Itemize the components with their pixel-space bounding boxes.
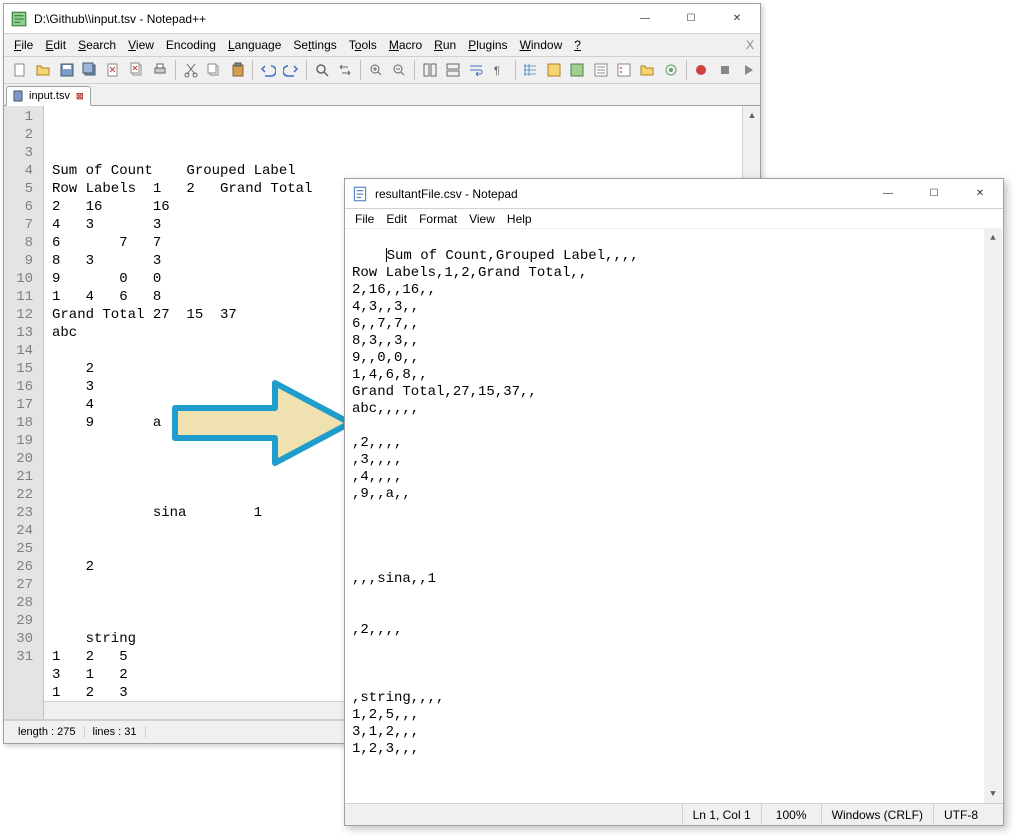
npp-menu-file[interactable]: File [8, 36, 39, 54]
np-menubar: File Edit Format View Help [345, 209, 1003, 229]
np-vertical-scrollbar[interactable]: ▲ ▼ [984, 229, 1002, 803]
scroll-up-arrow-icon[interactable]: ▲ [743, 106, 761, 124]
sync-v-icon[interactable] [419, 59, 440, 81]
sync-h-icon[interactable] [442, 59, 463, 81]
np-menu-view[interactable]: View [463, 210, 501, 228]
np-titlebar[interactable]: resultantFile.csv - Notepad — ☐ ✕ [345, 179, 1003, 209]
npp-menu-tools[interactable]: Tools [343, 36, 383, 54]
func-list-icon[interactable] [613, 59, 634, 81]
npp-menu-help[interactable]: ? [568, 36, 587, 54]
cut-icon[interactable] [180, 59, 201, 81]
npp-title: D:\Github\\input.tsv - Notepad++ [34, 12, 622, 26]
current-line-highlight [44, 108, 742, 126]
close-file-icon[interactable] [103, 59, 124, 81]
np-menu-help[interactable]: Help [501, 210, 538, 228]
npp-tabbar: input.tsv ⊠ [4, 84, 760, 106]
npp-menu-macro[interactable]: Macro [383, 36, 428, 54]
notepad-app-icon [351, 185, 369, 203]
show-all-chars-icon[interactable]: ¶ [489, 59, 510, 81]
close-all-icon[interactable] [126, 59, 147, 81]
notepadpp-app-icon [10, 10, 28, 28]
np-close-button[interactable]: ✕ [957, 179, 1003, 209]
np-status-pos: Ln 1, Col 1 [682, 804, 761, 825]
npp-menu-settings[interactable]: Settings [287, 36, 342, 54]
svg-text:¶: ¶ [494, 65, 500, 77]
status-length: length : 275 [10, 726, 85, 738]
np-menu-file[interactable]: File [349, 210, 380, 228]
redo-icon[interactable] [281, 59, 302, 81]
replace-icon[interactable] [335, 59, 356, 81]
doc-map-icon[interactable] [566, 59, 587, 81]
npp-maximize-button[interactable]: ☐ [668, 4, 714, 34]
zoom-out-icon[interactable] [388, 59, 409, 81]
npp-toolbar: ¶ [4, 56, 760, 84]
tab-close-icon[interactable]: ⊠ [76, 91, 84, 102]
find-icon[interactable] [311, 59, 332, 81]
np-status-zoom: 100% [761, 804, 821, 825]
npp-menubar: File Edit Search View Encoding Language … [4, 34, 760, 56]
npp-menu-edit[interactable]: Edit [39, 36, 72, 54]
npp-close-button[interactable]: ✕ [714, 4, 760, 34]
undo-icon[interactable] [257, 59, 278, 81]
scroll-down-arrow-icon[interactable]: ▼ [984, 785, 1002, 803]
npp-menu-language[interactable]: Language [222, 36, 287, 54]
notepad-window: resultantFile.csv - Notepad — ☐ ✕ File E… [344, 178, 1004, 826]
np-menu-edit[interactable]: Edit [380, 210, 413, 228]
np-content: Sum of Count,Grouped Label,,,, Row Label… [352, 248, 639, 757]
save-all-icon[interactable] [79, 59, 100, 81]
paste-icon[interactable] [227, 59, 248, 81]
npp-tab-input-tsv[interactable]: input.tsv ⊠ [6, 86, 91, 106]
npp-menu-view[interactable]: View [122, 36, 160, 54]
npp-menu-plugins[interactable]: Plugins [462, 36, 513, 54]
np-menu-format[interactable]: Format [413, 210, 463, 228]
npp-menu-window[interactable]: Window [514, 36, 569, 54]
npp-titlebar[interactable]: D:\Github\\input.tsv - Notepad++ — ☐ ✕ [4, 4, 760, 34]
doc-list-icon[interactable] [590, 59, 611, 81]
new-file-icon[interactable] [9, 59, 30, 81]
np-minimize-button[interactable]: — [865, 179, 911, 209]
np-maximize-button[interactable]: ☐ [911, 179, 957, 209]
play-macro-icon[interactable] [737, 59, 758, 81]
print-icon[interactable] [150, 59, 171, 81]
npp-line-gutter: 1234567891011121314151617181920212223242… [4, 106, 44, 719]
lang-icon[interactable] [543, 59, 564, 81]
npp-menu-encoding[interactable]: Encoding [160, 36, 222, 54]
open-file-icon[interactable] [32, 59, 53, 81]
np-title: resultantFile.csv - Notepad [375, 187, 865, 201]
record-macro-icon[interactable] [691, 59, 712, 81]
scroll-up-arrow-icon[interactable]: ▲ [984, 229, 1002, 247]
file-icon [13, 90, 25, 102]
indent-guide-icon[interactable] [520, 59, 541, 81]
status-lines: lines : 31 [85, 726, 146, 738]
copy-icon[interactable] [203, 59, 224, 81]
zoom-in-icon[interactable] [365, 59, 386, 81]
monitor-icon[interactable] [660, 59, 681, 81]
np-editor-area[interactable]: Sum of Count,Grouped Label,,,, Row Label… [346, 229, 1002, 803]
np-status-encoding: UTF-8 [933, 804, 1003, 825]
npp-menu-search[interactable]: Search [72, 36, 122, 54]
npp-minimize-button[interactable]: — [622, 4, 668, 34]
np-status-eol: Windows (CRLF) [821, 804, 933, 825]
np-statusbar: Ln 1, Col 1 100% Windows (CRLF) UTF-8 [345, 803, 1003, 825]
npp-menu-run[interactable]: Run [428, 36, 462, 54]
folder-workspace-icon[interactable] [637, 59, 658, 81]
save-icon[interactable] [56, 59, 77, 81]
stop-macro-icon[interactable] [714, 59, 735, 81]
wrap-icon[interactable] [466, 59, 487, 81]
npp-tab-x-button[interactable]: X [740, 36, 760, 54]
tab-label: input.tsv [29, 90, 70, 102]
